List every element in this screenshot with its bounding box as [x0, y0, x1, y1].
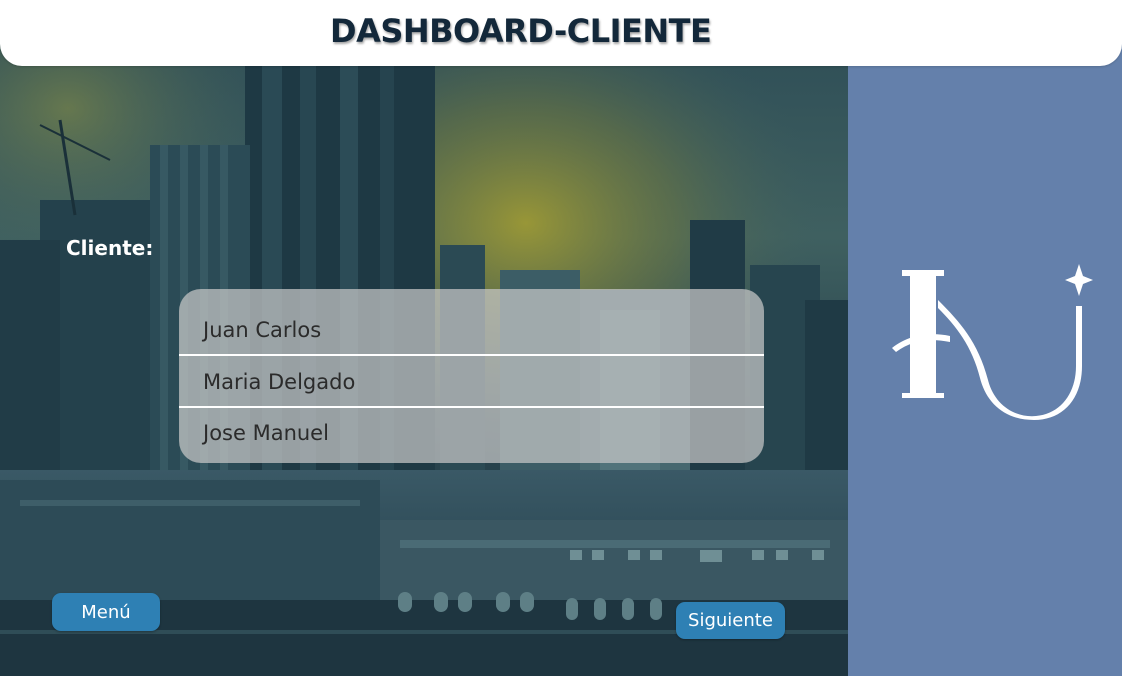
client-list-item[interactable]: Juan Carlos	[179, 305, 764, 355]
menu-button[interactable]: Menú	[52, 593, 160, 631]
next-button[interactable]: Siguiente	[676, 602, 785, 639]
client-name: Juan Carlos	[203, 318, 322, 342]
list-divider	[179, 354, 764, 356]
client-name: Jose Manuel	[203, 421, 329, 445]
client-label: Cliente:	[66, 236, 154, 260]
client-list-item[interactable]: Jose Manuel	[179, 408, 764, 458]
hu-logo-icon	[890, 262, 1096, 426]
client-list-item[interactable]: Maria Delgado	[179, 357, 764, 407]
client-list: Juan Carlos Maria Delgado Jose Manuel	[179, 289, 764, 463]
dashboard-cliente-screen: DASHBOARD-CLIENTE Cliente: Juan Carlos M…	[0, 0, 1122, 676]
page-title: DASHBOARD-CLIENTE	[330, 12, 712, 50]
client-name: Maria Delgado	[203, 370, 356, 394]
header-bar: DASHBOARD-CLIENTE	[0, 0, 1122, 66]
